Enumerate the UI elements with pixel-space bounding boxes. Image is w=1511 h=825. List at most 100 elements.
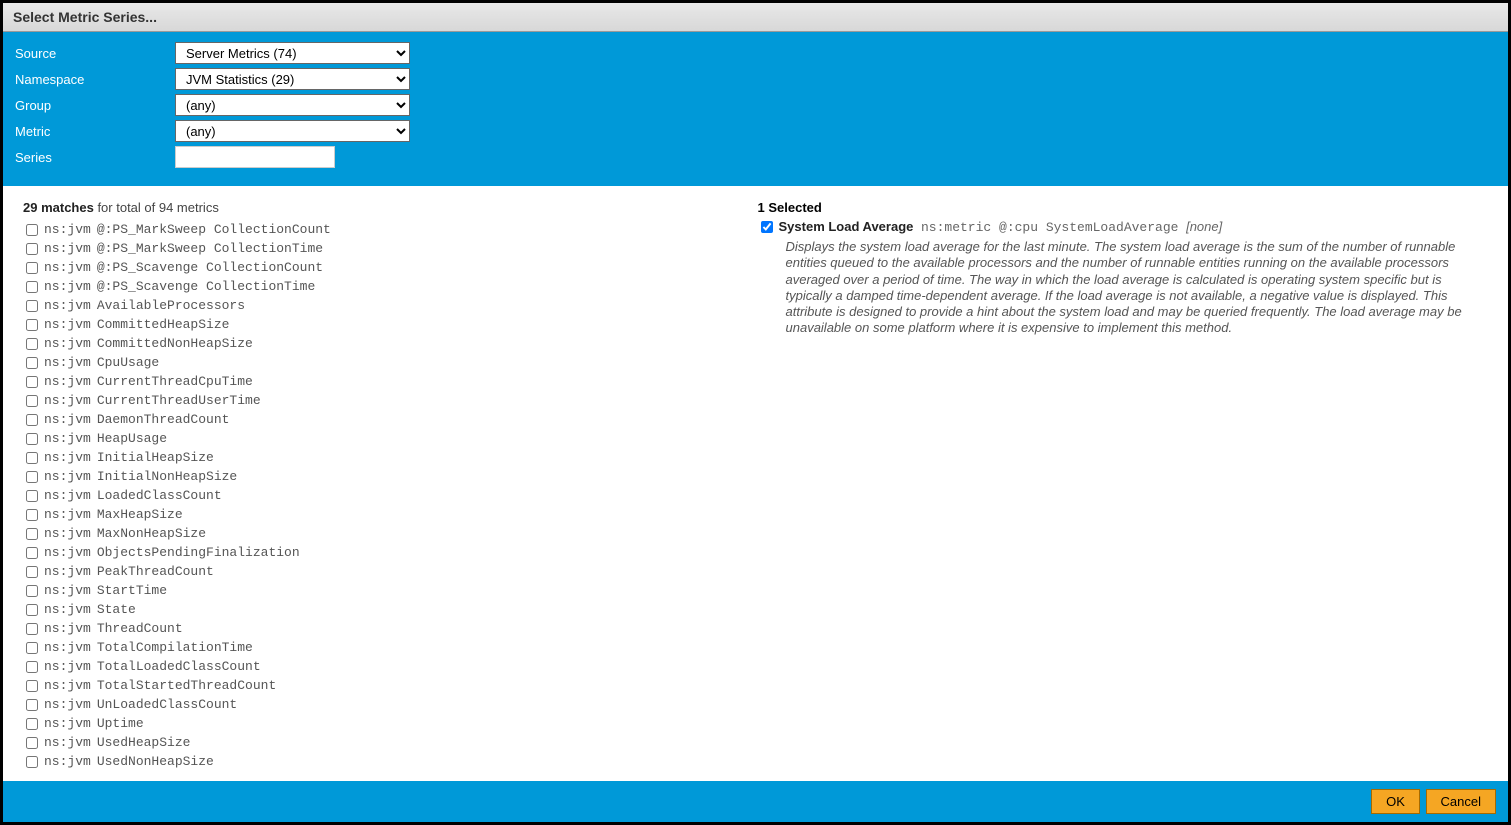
metric-row[interactable]: ns:jvmCurrentThreadCpuTime [23, 372, 754, 391]
metric-row[interactable]: ns:jvmInitialNonHeapSize [23, 467, 754, 486]
metric-namespace: ns:jvm [44, 336, 91, 351]
metric-row[interactable]: ns:jvm@:PS_Scavenge CollectionTime [23, 277, 754, 296]
selected-item-checkbox[interactable] [761, 221, 773, 233]
metric-checkbox[interactable] [26, 490, 38, 502]
metric-row[interactable]: ns:jvmThreadCount [23, 619, 754, 638]
metric-checkbox[interactable] [26, 718, 38, 730]
metric-checkbox[interactable] [26, 338, 38, 350]
metric-row[interactable]: ns:jvm@:PS_MarkSweep CollectionCount [23, 220, 754, 239]
metric-checkbox[interactable] [26, 566, 38, 578]
metric-row[interactable]: ns:jvmTotalCompilationTime [23, 638, 754, 657]
metric-checkbox[interactable] [26, 433, 38, 445]
metric-namespace: ns:jvm [44, 450, 91, 465]
metric-name: InitialHeapSize [97, 450, 214, 465]
dialog-footer: OK Cancel [3, 781, 1508, 822]
matches-column: 29 matches for total of 94 metrics ns:jv… [23, 200, 754, 771]
metric-row[interactable]: ns:jvmCpuUsage [23, 353, 754, 372]
metric-row[interactable]: ns:jvmState [23, 600, 754, 619]
metric-checkbox[interactable] [26, 414, 38, 426]
metric-row[interactable]: ns:jvmMaxNonHeapSize [23, 524, 754, 543]
metric-checkbox[interactable] [26, 756, 38, 768]
metric-checkbox[interactable] [26, 509, 38, 521]
metric-row[interactable]: ns:jvmPeakThreadCount [23, 562, 754, 581]
selected-item-none: [none] [1186, 219, 1222, 234]
dialog-window: Select Metric Series... Source Server Me… [2, 2, 1509, 823]
metric-row[interactable]: ns:jvmTotalStartedThreadCount [23, 676, 754, 695]
metric-namespace: ns:jvm [44, 697, 91, 712]
metric-name: TotalLoadedClassCount [97, 659, 261, 674]
metric-checkbox[interactable] [26, 680, 38, 692]
metric-namespace: ns:jvm [44, 545, 91, 560]
metric-checkbox[interactable] [26, 699, 38, 711]
metric-checkbox[interactable] [26, 642, 38, 654]
matches-total: for total of 94 metrics [94, 200, 219, 215]
metric-checkbox[interactable] [26, 623, 38, 635]
series-label: Series [15, 150, 175, 165]
metric-name: @:PS_MarkSweep CollectionTime [97, 241, 323, 256]
series-input[interactable] [175, 146, 335, 168]
metric-row[interactable]: ns:jvmUptime [23, 714, 754, 733]
metric-row[interactable]: ns:jvmHeapUsage [23, 429, 754, 448]
metric-row[interactable]: ns:jvm @:PS_MarkSweep CollectionTime [23, 239, 754, 258]
metric-row[interactable]: ns:jvmDaemonThreadCount [23, 410, 754, 429]
metric-row[interactable]: ns:jvm@:PS_Scavenge CollectionCount [23, 258, 754, 277]
metric-namespace: ns:jvm [44, 507, 91, 522]
metric-checkbox[interactable] [26, 300, 38, 312]
metric-name: TotalStartedThreadCount [97, 678, 276, 693]
metric-row[interactable]: ns:jvmStartTime [23, 581, 754, 600]
metric-row[interactable]: ns:jvmUnLoadedClassCount [23, 695, 754, 714]
metric-checkbox[interactable] [26, 737, 38, 749]
metric-name: LoadedClassCount [97, 488, 222, 503]
metric-namespace: ns:jvm [44, 583, 91, 598]
metric-name: HeapUsage [97, 431, 167, 446]
metric-row[interactable]: ns:jvmAvailableProcessors [23, 296, 754, 315]
metric-name: UsedHeapSize [97, 735, 191, 750]
metric-checkbox[interactable] [26, 357, 38, 369]
metric-checkbox[interactable] [26, 224, 38, 236]
metric-row[interactable]: ns:jvm UsedNonHeapSize [23, 752, 754, 771]
metric-row[interactable]: ns:jvmCommittedNonHeapSize [23, 334, 754, 353]
metric-row[interactable]: ns:jvmCurrentThreadUserTime [23, 391, 754, 410]
metric-checkbox[interactable] [26, 452, 38, 464]
metric-select[interactable]: (any) [175, 120, 410, 142]
metric-row[interactable]: ns:jvmLoadedClassCount [23, 486, 754, 505]
matches-count: 29 matches [23, 200, 94, 215]
metric-checkbox[interactable] [26, 528, 38, 540]
metric-namespace: ns:jvm [44, 659, 91, 674]
metric-row[interactable]: ns:jvm MaxHeapSize [23, 505, 754, 524]
selected-header: 1 Selected [758, 200, 1489, 215]
filter-form: Source Server Metrics (74) Namespace JVM… [3, 32, 1508, 186]
metric-namespace: ns:jvm [44, 754, 91, 769]
metric-checkbox[interactable] [26, 262, 38, 274]
metric-namespace: ns:jvm [44, 241, 91, 256]
source-select[interactable]: Server Metrics (74) [175, 42, 410, 64]
cancel-button[interactable]: Cancel [1426, 789, 1496, 814]
metric-namespace: ns:jvm [44, 222, 91, 237]
metric-row[interactable]: ns:jvmCommittedHeapSize [23, 315, 754, 334]
metric-name: MaxHeapSize [97, 507, 183, 522]
metric-namespace: ns:jvm [44, 735, 91, 750]
metric-checkbox[interactable] [26, 376, 38, 388]
metric-checkbox[interactable] [26, 661, 38, 673]
metric-checkbox[interactable] [26, 281, 38, 293]
selected-column: 1 Selected System Load Average ns:metric… [754, 200, 1489, 771]
metric-name: UsedNonHeapSize [97, 754, 214, 769]
metric-checkbox[interactable] [26, 585, 38, 597]
group-label: Group [15, 98, 175, 113]
metric-namespace: ns:jvm [44, 355, 91, 370]
metric-row[interactable]: ns:jvm TotalLoadedClassCount [23, 657, 754, 676]
metric-checkbox[interactable] [26, 243, 38, 255]
metric-checkbox[interactable] [26, 395, 38, 407]
metric-checkbox[interactable] [26, 604, 38, 616]
metric-checkbox[interactable] [26, 547, 38, 559]
selected-item-title: System Load Average [779, 219, 914, 234]
metric-row[interactable]: ns:jvm UsedHeapSize [23, 733, 754, 752]
metric-namespace: ns:jvm [44, 526, 91, 541]
ok-button[interactable]: OK [1371, 789, 1420, 814]
metric-checkbox[interactable] [26, 319, 38, 331]
metric-row[interactable]: ns:jvmObjectsPendingFinalization [23, 543, 754, 562]
namespace-select[interactable]: JVM Statistics (29) [175, 68, 410, 90]
group-select[interactable]: (any) [175, 94, 410, 116]
metric-checkbox[interactable] [26, 471, 38, 483]
metric-row[interactable]: ns:jvm InitialHeapSize [23, 448, 754, 467]
